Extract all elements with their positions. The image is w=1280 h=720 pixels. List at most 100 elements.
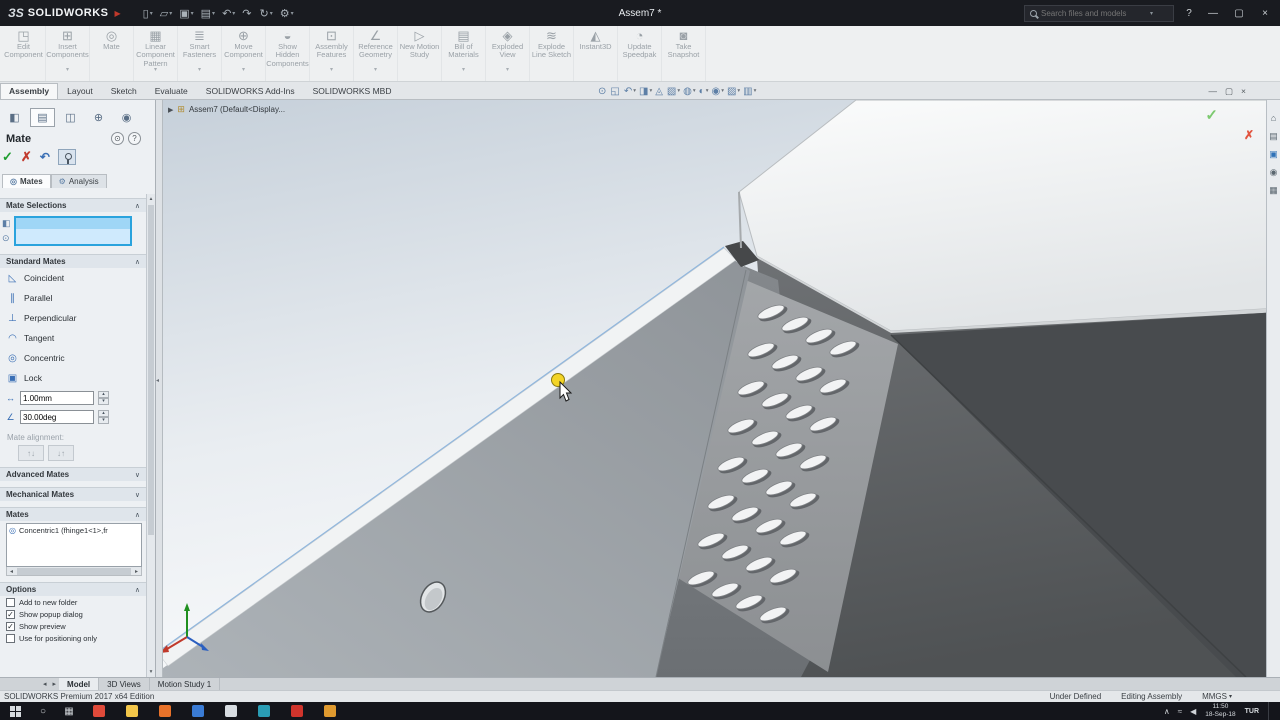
alignment-toggle[interactable]: ↑↓ (18, 445, 44, 461)
ribbon-tab[interactable]: Assembly (0, 83, 58, 99)
tray-icon[interactable]: ∧ (1164, 707, 1170, 716)
manager-tab[interactable]: ◧ (2, 108, 27, 127)
heads-up-button[interactable]: ◐▾ (699, 86, 709, 97)
manager-tab[interactable]: ⊕ (86, 108, 111, 127)
task-pane-icon[interactable]: ▦ (1269, 186, 1278, 195)
restore-button[interactable]: ▢ (1230, 8, 1248, 19)
minimize-button[interactable]: — (1204, 8, 1222, 19)
ribbon-button[interactable]: ⊕ Move Component ▾ (222, 26, 266, 81)
option-checkbox-row[interactable]: ✓ Show preview (0, 620, 146, 632)
ribbon-tab[interactable]: SOLIDWORKS Add-Ins (197, 83, 304, 99)
mate-type-option[interactable]: ◺ Coincident (0, 268, 146, 288)
mate-list-item[interactable]: ◎ Concentric1 (fhinge1<1>,fr (7, 524, 141, 537)
ribbon-button[interactable]: ◎ Mate (90, 26, 134, 81)
ok-button[interactable]: ✓ (2, 149, 13, 165)
ribbon-button[interactable]: ◔ Update Speedpak (618, 26, 662, 81)
step-up-icon[interactable]: ▴ (98, 410, 109, 417)
assembly-tree-label[interactable]: Assem7 (Default<Display... (189, 105, 285, 114)
manager-tab[interactable]: ▤ (30, 108, 55, 127)
mate-type-option[interactable]: ◠ Tangent (0, 328, 146, 348)
selection-filter-icon[interactable]: ⊙ (2, 233, 11, 244)
help-button[interactable]: ? (1182, 8, 1196, 19)
selection-filter-icon[interactable]: ◧ (2, 218, 11, 229)
option-checkbox-row[interactable]: ✓ Show popup dialog (0, 608, 146, 620)
group-header-standard-mates[interactable]: Standard Mates ∧ (0, 254, 146, 268)
option-checkbox-row[interactable]: Use for positioning only (0, 632, 146, 644)
group-header-options[interactable]: Options ∧ (0, 582, 146, 596)
document-tab[interactable]: 3D Views (99, 678, 150, 690)
chevron-down-icon[interactable]: ▾ (1150, 10, 1153, 17)
search-input[interactable] (1041, 9, 1146, 18)
heads-up-button[interactable]: ▥▾ (743, 86, 756, 97)
panel-splitter[interactable]: ◂ (156, 100, 163, 677)
quick-access-button[interactable]: ▤▾ (201, 7, 215, 20)
group-header-mates[interactable]: Mates ∧ (0, 507, 146, 521)
quick-access-button[interactable]: ↷ (242, 7, 252, 20)
step-up-icon[interactable]: ▴ (98, 391, 109, 398)
taskbar-app-button[interactable] (181, 702, 214, 720)
scroll-thumb[interactable] (148, 205, 154, 535)
keep-visible-toggle[interactable] (58, 149, 76, 165)
ribbon-button[interactable]: ◈ Exploded View ▾ (486, 26, 530, 81)
checkbox[interactable] (6, 598, 15, 607)
collapse-panel-icon[interactable]: ◂ (156, 377, 159, 384)
quick-access-button[interactable]: ↶▾ (222, 7, 235, 20)
quick-access-button[interactable]: ▯▾ (143, 7, 153, 20)
heads-up-button[interactable]: ▧▾ (667, 86, 680, 97)
ribbon-button[interactable]: ◒ Show Hidden Components (266, 26, 310, 81)
ribbon-button[interactable]: ◙ Take Snapshot (662, 26, 706, 81)
subtab[interactable]: ⚙Analysis (51, 174, 107, 188)
panel-vscrollbar[interactable]: ▴ ▾ (146, 194, 155, 677)
document-tab[interactable]: Motion Study 1 (150, 678, 220, 690)
taskbar-search-icon[interactable]: ○ (30, 706, 56, 717)
alignment-toggle[interactable]: ↓↑ (48, 445, 74, 461)
angle-stepper[interactable]: ▴▾ (98, 410, 109, 424)
manager-tab[interactable]: ◉ (114, 108, 139, 127)
step-down-icon[interactable]: ▾ (98, 398, 109, 405)
step-down-icon[interactable]: ▾ (98, 417, 109, 424)
task-pane-icon[interactable]: ⌂ (1271, 114, 1276, 123)
mate-type-option[interactable]: ◎ Concentric (0, 348, 146, 368)
help-icon[interactable]: ? (128, 132, 141, 145)
angle-input[interactable] (20, 410, 94, 424)
taskbar-app-button[interactable] (148, 702, 181, 720)
ribbon-tab[interactable]: SOLIDWORKS MBD (304, 83, 401, 99)
ribbon-button[interactable]: ⊞ Insert Components ▾ (46, 26, 90, 81)
document-tab[interactable]: Model (59, 678, 99, 690)
scroll-up-icon[interactable]: ▴ (147, 194, 155, 204)
search-box[interactable]: ▾ (1024, 5, 1174, 22)
mate-type-option[interactable]: ▣ Lock (0, 368, 146, 388)
ribbon-button[interactable]: ≣ Smart Fasteners ▾ (178, 26, 222, 81)
quick-access-button[interactable]: ↻▾ (260, 7, 273, 20)
show-desktop-button[interactable] (1268, 702, 1272, 720)
scroll-right-icon[interactable]: ▸ (132, 568, 141, 575)
ribbon-button[interactable]: ∠ Reference Geometry ▾ (354, 26, 398, 81)
scroll-thumb[interactable] (17, 568, 131, 575)
ribbon-button[interactable]: ▤ Bill of Materials ▾ (442, 26, 486, 81)
ribbon-tab[interactable]: Layout (58, 83, 102, 99)
task-pane-icon[interactable]: ▣ (1269, 150, 1278, 159)
distance-stepper[interactable]: ▴▾ (98, 391, 109, 405)
ribbon-button[interactable]: ▦ Linear Component Pattern ▾ (134, 26, 178, 81)
mates-list-hscrollbar[interactable]: ◂ ▸ (6, 567, 142, 576)
scroll-down-icon[interactable]: ▾ (147, 667, 155, 677)
ribbon-button[interactable]: ▷ New Motion Study (398, 26, 442, 81)
scroll-left-icon[interactable]: ◂ (7, 568, 16, 575)
mate-type-option[interactable]: ∥ Parallel (0, 288, 146, 308)
taskbar-app-button[interactable] (313, 702, 346, 720)
checkbox[interactable] (6, 634, 15, 643)
heads-up-button[interactable]: ◉▾ (711, 86, 724, 97)
checkbox[interactable]: ✓ (6, 610, 15, 619)
ribbon-tab[interactable]: Sketch (102, 83, 146, 99)
manager-tab[interactable]: ◫ (58, 108, 83, 127)
ribbon-button[interactable]: ⊡ Assembly Features ▾ (310, 26, 354, 81)
taskbar-app-button[interactable] (280, 702, 313, 720)
taskbar-app-button[interactable] (82, 702, 115, 720)
tab-prev-icon[interactable]: ◂ (40, 680, 50, 688)
heads-up-button[interactable]: ▨▾ (727, 86, 740, 97)
tray-icon[interactable]: ≈ (1178, 707, 1182, 716)
close-button[interactable]: × (1256, 8, 1274, 19)
mates-listbox[interactable]: ◎ Concentric1 (fhinge1<1>,fr (6, 523, 142, 567)
confirmation-corner-ok[interactable]: ✓ (1205, 106, 1218, 124)
heads-up-button[interactable]: ◨▾ (639, 86, 652, 97)
